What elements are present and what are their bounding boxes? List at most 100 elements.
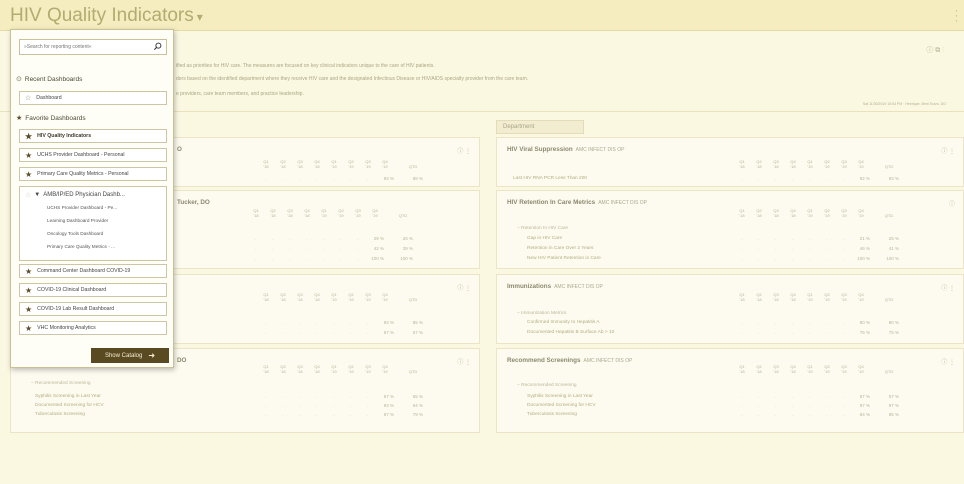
star-icon[interactable]: ★ [25, 267, 32, 276]
column-header: Q4'18 [790, 364, 796, 374]
value-cell: 41 % [888, 246, 899, 251]
empty-cell: - [775, 176, 777, 181]
empty-cell: - [350, 412, 352, 417]
row-label[interactable]: Retention in Care Over 2 Years [527, 246, 593, 251]
row-label[interactable]: Last HIV RNA PCR Less Than 200 [513, 176, 587, 181]
empty-cell: - [843, 403, 845, 408]
favorite-item-primary-care[interactable]: ★ Primary Care Quality Metrics - Persona… [19, 167, 167, 181]
empty-cell: - [350, 403, 352, 408]
empty-cell: - [282, 176, 284, 181]
star-icon[interactable]: ★ [25, 305, 32, 314]
card-info-icon[interactable]: ⓘ ⋮ [457, 357, 471, 366]
card-title: DO [177, 357, 187, 364]
card-info-icon[interactable]: ⓘ ⋮ [941, 283, 955, 292]
column-header: Q3'19 [841, 364, 847, 374]
favorite-item-uchs-provider[interactable]: ★ UCHS Provider Dashboard - Personal [19, 148, 167, 162]
row-label[interactable]: Documented Screening for HCV [527, 403, 596, 408]
empty-cell: - [741, 403, 743, 408]
show-catalog-button[interactable]: Show Catalog ➜ [91, 348, 169, 363]
empty-cell: - [306, 256, 308, 261]
empty-cell: - [826, 236, 828, 241]
column-header: Q4'18 [314, 292, 320, 302]
empty-cell: - [272, 256, 274, 261]
card-info-icon[interactable]: ⓘ [949, 199, 955, 208]
value-cell: 97 % [859, 403, 870, 408]
row-label[interactable]: Gap in HIV Care [527, 236, 562, 241]
value-cell: 92 % [859, 176, 870, 181]
row-group-label: − Retention In HIV Care [517, 226, 569, 231]
favorite-item-hiv-quality[interactable]: ★ HIV Quality Indicators [19, 129, 167, 143]
value-cell: 42 % [373, 246, 384, 251]
card-info-icon[interactable]: ⓘ ⋮ [457, 146, 471, 155]
empty-cell: - [741, 246, 743, 251]
column-header: Q3'19 [841, 208, 847, 218]
empty-cell: - [289, 256, 291, 261]
empty-cell: - [367, 176, 369, 181]
search-icon[interactable] [153, 42, 162, 51]
row-label[interactable]: Documented Screening for HCV [35, 403, 104, 408]
star-icon[interactable]: ★ [25, 324, 32, 333]
empty-cell: - [299, 394, 301, 399]
favorite-item-vhc[interactable]: ★ VHC Monitoring Analytics [19, 321, 167, 335]
search-input[interactable] [24, 44, 152, 50]
kebab-menu-icon[interactable]: · · · [954, 4, 959, 26]
favorite-item-covid-lab[interactable]: ★ COVID-19 Lab Result Dashboard [19, 302, 167, 316]
column-header: Q1'18 [739, 159, 745, 169]
card-hiv-retention: HIV Retention In Care Metrics AMC INFECT … [496, 190, 964, 269]
row-label[interactable]: Tuberculosis Screening [35, 412, 85, 417]
search-field[interactable] [19, 39, 167, 55]
tab-department[interactable]: Department [496, 120, 584, 134]
row-label[interactable]: Documented Hepatitis B Surface Ab > 10 [527, 330, 614, 335]
star-icon[interactable]: ★ [25, 132, 32, 141]
group-sub-item[interactable]: UCHS Provider Dashboard - Pe... [47, 205, 117, 210]
column-header: Q1'19 [807, 208, 813, 218]
card-info-icon[interactable]: ⓘ ⋮ [941, 146, 955, 155]
star-outline-icon[interactable]: ☆ [25, 191, 31, 199]
empty-cell: - [775, 330, 777, 335]
star-icon[interactable]: ★ [25, 286, 32, 295]
row-label[interactable]: New HIV Patient Retention in Care [527, 256, 601, 261]
star-icon[interactable]: ★ [25, 151, 32, 160]
value-cell: 75 % [859, 330, 870, 335]
empty-cell: - [340, 256, 342, 261]
row-group-label: − Immunization Metrics [517, 311, 567, 316]
value-cell: 85 % [888, 412, 899, 417]
value-cell: 93 % [383, 403, 394, 408]
group-sub-item[interactable]: Primary Care Quality Metrics - ... [47, 244, 115, 249]
favorite-item-covid-clinical[interactable]: ★ COVID-19 Clinical Dashboard [19, 283, 167, 297]
value-cell: 100 % [371, 256, 384, 261]
row-label[interactable]: Syphilis Screening in Last Year [35, 394, 101, 399]
column-header-ytd: QTD [884, 164, 894, 169]
star-outline-icon[interactable]: ☆ [25, 94, 31, 102]
column-header: Q3'19 [841, 292, 847, 302]
empty-cell: - [367, 320, 369, 325]
column-header: Q4'18 [314, 159, 320, 169]
row-label[interactable]: Confirmed Immunity to Hepatitis A [527, 320, 600, 325]
favorite-item-command-center[interactable]: ★ Command Center Dashboard COVID-19 [19, 264, 167, 278]
empty-cell: - [282, 330, 284, 335]
empty-cell: - [826, 176, 828, 181]
recent-dashboards-header: ⊙ Recent Dashboards [16, 75, 83, 84]
star-icon[interactable]: ★ [25, 170, 32, 179]
row-label[interactable]: Syphilis Screening in Last Year [527, 394, 593, 399]
recent-item-dashboard[interactable]: ☆ Dashboard [19, 91, 167, 105]
column-header: Q4'18 [790, 208, 796, 218]
info-icons[interactable]: ⓘ ⧉ ⋮ [926, 45, 944, 55]
empty-cell: - [809, 236, 811, 241]
group-sub-item[interactable]: Oncology Tools Dashboard [47, 231, 103, 236]
value-cell: 80 % [888, 320, 899, 325]
card-info-icon[interactable]: ⓘ ⋮ [457, 283, 471, 292]
value-cell: 88 % [412, 176, 423, 181]
column-header: Q3'18 [773, 292, 779, 302]
description-line-3: e providers, care team members, and prac… [176, 91, 304, 97]
row-label[interactable]: Tuberculosis Screening [527, 412, 577, 417]
empty-cell: - [775, 246, 777, 251]
dashboard-title-dropdown[interactable]: HIV Quality Indicators ▾ [10, 5, 203, 27]
group-sub-item[interactable]: Learning Dashboard Provider [47, 218, 108, 223]
column-header: Q4'19 [372, 208, 378, 218]
card-info-icon[interactable]: ⓘ ⋮ [941, 357, 955, 366]
empty-cell: - [282, 394, 284, 399]
column-header: Q4'19 [858, 292, 864, 302]
group-header[interactable]: ☆ ▼ AMB/IP/ED Physician Dashb... [25, 191, 125, 199]
empty-cell: - [843, 320, 845, 325]
